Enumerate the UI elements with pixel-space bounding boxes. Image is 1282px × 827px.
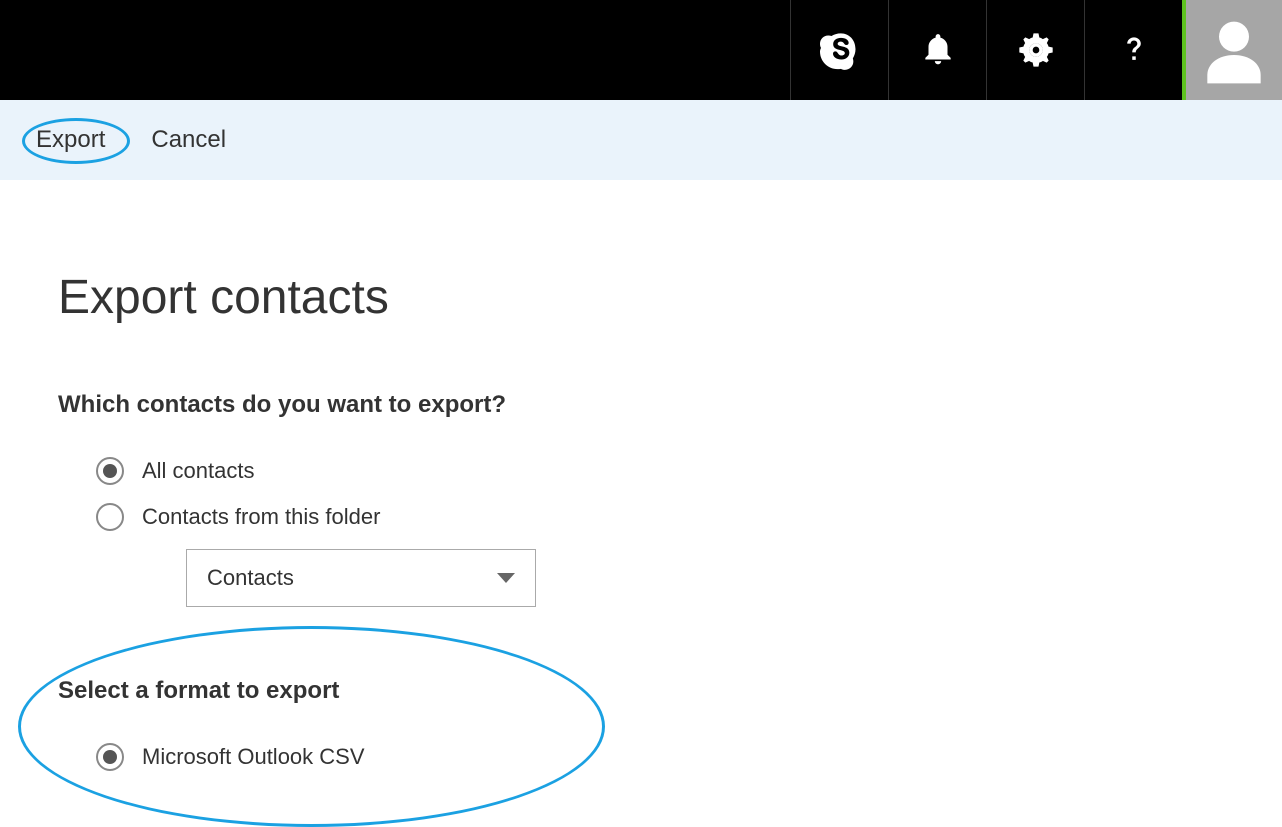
cancel-button[interactable]: Cancel xyxy=(151,126,226,154)
radio-selected-dot xyxy=(103,464,117,478)
top-bar xyxy=(0,0,1282,100)
settings-button[interactable] xyxy=(986,0,1084,100)
question-format: Select a format to export xyxy=(58,677,1282,705)
radio-row-outlook-csv: Microsoft Outlook CSV xyxy=(96,743,1282,771)
profile-icon xyxy=(1194,10,1274,90)
bell-icon xyxy=(919,31,957,69)
folder-dropdown-selected: Contacts xyxy=(207,565,294,591)
radio-selected-dot xyxy=(103,750,117,764)
highlight-oval-radios xyxy=(18,626,605,827)
profile-button[interactable] xyxy=(1182,0,1282,100)
contact-selection-group: All contacts Contacts from this folder C… xyxy=(96,457,1282,607)
radio-outlook-csv[interactable] xyxy=(96,743,124,771)
page-title: Export contacts xyxy=(58,270,1282,325)
notifications-button[interactable] xyxy=(888,0,986,100)
radio-folder-contacts-label: Contacts from this folder xyxy=(142,504,380,530)
radio-folder-contacts[interactable] xyxy=(96,503,124,531)
export-button-label: Export xyxy=(36,126,105,153)
content-area: Export contacts Which contacts do you wa… xyxy=(0,180,1282,771)
question-which-contacts: Which contacts do you want to export? xyxy=(58,391,1282,419)
help-icon xyxy=(1115,31,1153,69)
radio-outlook-csv-label: Microsoft Outlook CSV xyxy=(142,744,365,770)
command-bar: Export Cancel xyxy=(0,100,1282,180)
chevron-down-icon xyxy=(497,573,515,583)
help-button[interactable] xyxy=(1084,0,1182,100)
radio-row-folder-contacts: Contacts from this folder xyxy=(96,503,1282,531)
skype-icon xyxy=(820,30,860,70)
radio-all-contacts[interactable] xyxy=(96,457,124,485)
folder-dropdown[interactable]: Contacts xyxy=(186,549,536,607)
gear-icon xyxy=(1016,30,1056,70)
skype-button[interactable] xyxy=(790,0,888,100)
radio-row-all-contacts: All contacts xyxy=(96,457,1282,485)
format-selection-group: Microsoft Outlook CSV xyxy=(96,743,1282,771)
export-button[interactable]: Export xyxy=(36,126,105,154)
radio-all-contacts-label: All contacts xyxy=(142,458,255,484)
